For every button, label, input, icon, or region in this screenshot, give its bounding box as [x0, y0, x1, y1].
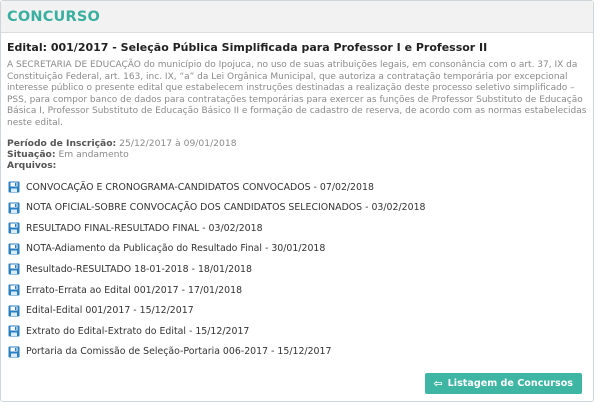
file-link[interactable]: Resultado-RESULTADO 18-01-2018 - 18/01/2…: [7, 259, 587, 280]
arquivos-label: Arquivos:: [7, 160, 57, 172]
save-disk-icon: [8, 181, 20, 193]
panel-header: CONCURSO: [1, 1, 593, 33]
file-link[interactable]: Errato-Errata ao Edital 001/2017 - 17/01…: [7, 280, 587, 301]
save-disk-icon: [8, 346, 20, 358]
arquivos-row: Arquivos:: [7, 160, 587, 171]
save-disk-icon: [8, 202, 20, 214]
file-link-label: CONVOCAÇÃO E CRONOGRAMA-CANDIDATOS CONVO…: [26, 181, 374, 193]
file-link[interactable]: Edital-Edital 001/2017 - 15/12/2017: [7, 300, 587, 321]
periodo-row: Período de Inscrição: 25/12/2017 à 09/01…: [7, 138, 587, 149]
edital-description: A SECRETARIA DE EDUCAÇÃO do município do…: [7, 60, 587, 128]
file-link-label: NOTA OFICIAL-SOBRE CONVOCAÇÃO DOS CANDID…: [26, 202, 426, 214]
save-disk-icon: [8, 243, 20, 255]
file-list: CONVOCAÇÃO E CRONOGRAMA-CANDIDATOS CONVO…: [7, 177, 587, 362]
file-link-label: RESULTADO FINAL-RESULTADO FINAL - 03/02/…: [26, 222, 263, 234]
file-link[interactable]: RESULTADO FINAL-RESULTADO FINAL - 03/02/…: [7, 218, 587, 239]
listagem-concursos-label: Listagem de Concursos: [447, 378, 573, 389]
save-disk-icon: [8, 284, 20, 296]
file-link[interactable]: NOTA OFICIAL-SOBRE CONVOCAÇÃO DOS CANDID…: [7, 197, 587, 218]
situacao-value: Em andamento: [58, 148, 129, 160]
panel-title: CONCURSO: [7, 8, 101, 25]
periodo-value: 25/12/2017 à 09/01/2018: [119, 137, 237, 149]
save-disk-icon: [8, 325, 20, 337]
file-link-label: Extrato do Edital-Extrato do Edital - 15…: [26, 325, 250, 337]
listagem-concursos-button[interactable]: ⇦ Listagem de Concursos: [425, 373, 582, 394]
file-link[interactable]: CONVOCAÇÃO E CRONOGRAMA-CANDIDATOS CONVO…: [7, 177, 587, 198]
save-disk-icon: [8, 222, 20, 234]
file-link[interactable]: Extrato do Edital-Extrato do Edital - 15…: [7, 321, 587, 342]
file-link[interactable]: Portaria da Comissão de Seleção-Portaria…: [7, 342, 587, 363]
file-link-label: Resultado-RESULTADO 18-01-2018 - 18/01/2…: [26, 263, 252, 275]
arrow-left-icon: ⇦: [433, 377, 443, 390]
save-disk-icon: [8, 305, 20, 317]
situacao-label: Situação:: [7, 148, 56, 160]
panel-content: Edital: 001/2017 - Seleção Pública Simpl…: [1, 33, 593, 362]
file-link[interactable]: NOTA-Adiamento da Publicação do Resultad…: [7, 239, 587, 260]
file-link-label: NOTA-Adiamento da Publicação do Resultad…: [26, 243, 326, 255]
save-disk-icon: [8, 263, 20, 275]
file-link-label: Errato-Errata ao Edital 001/2017 - 17/01…: [26, 284, 243, 296]
concurso-panel: CONCURSO Edital: 001/2017 - Seleção Públ…: [0, 0, 594, 402]
file-link-label: Edital-Edital 001/2017 - 15/12/2017: [26, 305, 194, 317]
edital-title: Edital: 001/2017 - Seleção Pública Simpl…: [7, 41, 488, 54]
edital-meta: Período de Inscrição: 25/12/2017 à 09/01…: [7, 138, 587, 172]
situacao-row: Situação: Em andamento: [7, 149, 587, 160]
file-link-label: Portaria da Comissão de Seleção-Portaria…: [26, 346, 332, 358]
periodo-label: Período de Inscrição:: [7, 137, 117, 149]
